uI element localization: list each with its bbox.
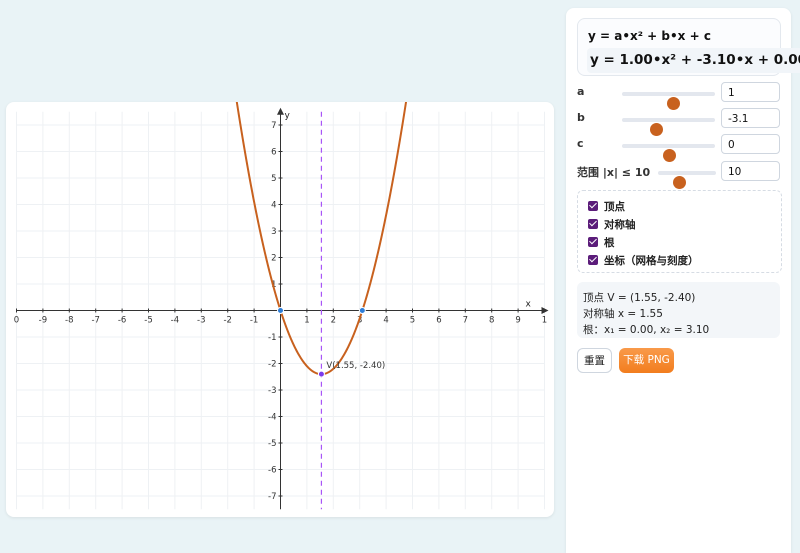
checkbox-roots[interactable]: [588, 237, 598, 247]
checkbox-grid[interactable]: [588, 255, 598, 265]
x-tick-label: 1: [542, 316, 547, 326]
download-png-button[interactable]: 下载 PNG: [619, 348, 674, 373]
y-tick-label: 3: [271, 227, 276, 237]
input-c[interactable]: 0: [721, 134, 780, 154]
y-tick-label: -6: [268, 466, 276, 476]
x-tick-label: -8: [65, 316, 73, 326]
root-point: [277, 307, 284, 314]
x-tick-label: -6: [118, 316, 126, 326]
formula-generic: y = a•x² + b•x + c: [588, 29, 711, 43]
parabola-chart[interactable]: xy 0 -9 -8 -7 -6 -5 -4 -3 -2 -1 1 2 3 4 5 6 7 8 9 17654321-…: [6, 102, 554, 517]
toggle-roots-label: 根: [604, 237, 615, 249]
param-label-range: 范围 |x| ≤ 10: [577, 166, 651, 179]
y-tick-label: 2: [271, 254, 276, 264]
slider-b[interactable]: [622, 118, 715, 136]
param-label-a: a: [577, 85, 585, 98]
x-tick-label: -5: [144, 316, 152, 326]
slider-range-thumb[interactable]: [672, 176, 686, 189]
x-tick-label: 1: [304, 316, 309, 326]
toggle-grid-label: 坐标（网格与刻度）: [604, 255, 699, 267]
x-tick-label: 0: [14, 316, 19, 326]
checkbox-axis-of-symmetry[interactable]: [588, 219, 598, 229]
y-tick-label: -7: [268, 492, 276, 502]
y-axis-arrow: [277, 107, 284, 115]
checkbox-vertex[interactable]: [588, 201, 598, 211]
toggle-axis-label: 对称轴: [604, 219, 636, 231]
info-roots: 根：x₁ = 0.00, x₂ = 3.10: [583, 324, 710, 336]
reset-button[interactable]: 重置: [577, 348, 612, 373]
x-axis-label: x: [526, 300, 532, 310]
x-tick-label: 5: [410, 316, 415, 326]
x-tick-label: -9: [39, 316, 47, 326]
y-tick-label: -4: [268, 413, 276, 423]
toggle-vertex-label: 顶点: [604, 201, 625, 213]
y-axis-label: y: [285, 111, 291, 121]
input-a[interactable]: 1: [721, 82, 780, 102]
formula-current: y = 1.00•x² + -3.10•x + 0.00: [587, 48, 800, 73]
vertex-point: [317, 370, 325, 378]
y-tick-label: -5: [268, 439, 276, 449]
x-tick-label: 7: [463, 316, 468, 326]
slider-a[interactable]: [622, 92, 715, 110]
x-tick-label: -1: [250, 316, 258, 326]
x-tick-label: 2: [331, 316, 336, 326]
x-tick-label: -7: [91, 316, 99, 326]
param-label-c: c: [577, 137, 584, 150]
param-label-b: b: [577, 111, 585, 124]
param-row-c: c 0: [577, 134, 783, 162]
x-tick-label: -4: [171, 316, 179, 326]
x-tick-label: 8: [489, 316, 494, 326]
y-tick-label: -3: [268, 386, 276, 396]
formula-box: y = a•x² + b•x + c y = 1.00•x² + -3.10•x…: [577, 18, 800, 76]
x-tick-label: -3: [197, 316, 205, 326]
x-tick-label: 4: [383, 316, 388, 326]
info-vertex: 顶点 V = (1.55, -2.40): [583, 292, 696, 304]
y-tick-label: 7: [271, 121, 276, 131]
y-tick-label: -1: [268, 333, 276, 343]
input-range[interactable]: 10: [721, 161, 780, 181]
y-tick-label: 4: [271, 201, 276, 211]
x-tick-label: 6: [436, 316, 441, 326]
param-row-a: a 1: [577, 82, 783, 110]
x-tick-label: 9: [515, 316, 520, 326]
y-tick-label: 5: [271, 174, 276, 184]
plot-card: xy 0 -9 -8 -7 -6 -5 -4 -3 -2 -1 1 2 3 4 5 6 7 8 9 1 7 6 5 4 3 2 1-…: [6, 102, 554, 517]
control-panel: y = a•x² + b•x + c y = 1.00•x² + -3.10•x…: [566, 8, 800, 553]
slider-c[interactable]: [622, 144, 715, 162]
info-axis: 对称轴 x = 1.55: [583, 308, 663, 320]
y-tick-label: 6: [271, 148, 276, 158]
info-box: 顶点 V = (1.55, -2.40) 对称轴 x = 1.55 根：x₁ =…: [577, 282, 780, 338]
y-tick-label: -2: [268, 360, 276, 370]
input-b[interactable]: -3.1: [721, 108, 780, 128]
display-toggles: 顶点 对称轴 根 坐标（网格与刻度）: [577, 190, 782, 273]
root-point: [358, 307, 366, 314]
param-row-range: 范围 |x| ≤ 10 10: [577, 161, 783, 189]
x-tick-label: -2: [223, 316, 231, 326]
vertex-label: V(1.55, -2.40): [326, 361, 385, 371]
slider-range[interactable]: [658, 171, 716, 189]
param-row-b: b -3.1: [577, 108, 783, 136]
